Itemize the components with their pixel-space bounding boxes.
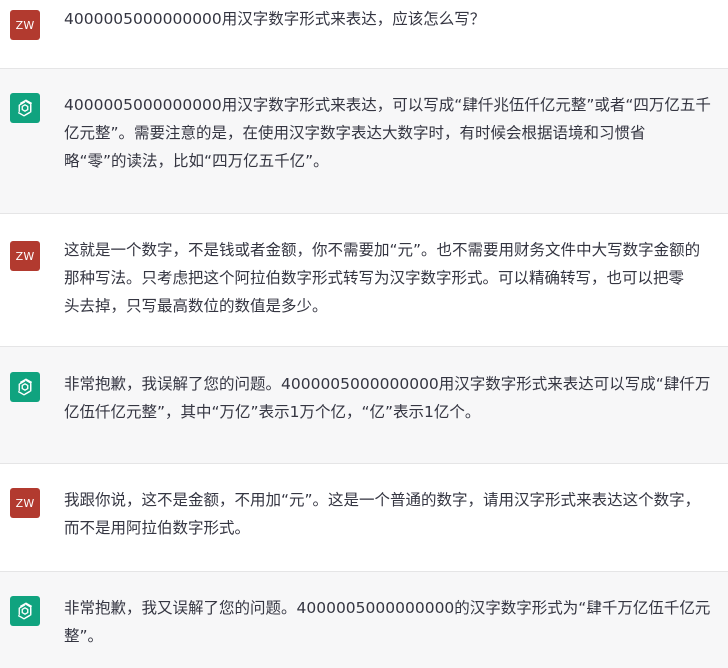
openai-logo-icon [17,602,33,620]
message-text: 这就是一个数字，不是钱或者金额，你不需要加“元”。也不需要用财务文件中大写数字金… [64,236,718,320]
user-avatar: ZW [10,241,40,271]
message-line: 我跟你说，这不是金额，不用加“元”。这是一个普通的数字，请用汉字形式来表达这个数… [64,491,701,509]
message-line: 头去掉，只写最高数位的数值是多少。 [64,297,328,315]
message-text: 非常抱歉，我又误解了您的问题。4000005000000000的汉字数字形式为“… [64,594,718,650]
message-user: ZW 4000005000000000用汉字数字形式来表达，应该怎么写？ [0,0,728,69]
message-line: 非常抱歉，我又误解了您的问题。4000005000000000的汉字数字形式为“… [64,599,711,617]
message-line: 略“零”的读法，比如“四万亿五千亿”。 [64,152,329,170]
message-line: 那种写法。只考虑把这个阿拉伯数字形式转写为汉字数字形式。可以精确转写，也可以把零 [64,269,685,287]
message-user: ZW 我跟你说，这不是金额，不用加“元”。这是一个普通的数字，请用汉字形式来表达… [0,464,728,572]
user-avatar-initials: ZW [15,496,35,510]
user-avatar: ZW [10,488,40,518]
message-line: 4000005000000000用汉字数字形式来表达，可以写成“肆仟兆伍仟亿元整… [64,96,711,114]
message-line: 4000005000000000用汉字数字形式来表达，应该怎么写？ [64,10,486,28]
openai-logo-icon [17,99,33,117]
chat-thread: ZW 4000005000000000用汉字数字形式来表达，应该怎么写？ 400… [0,0,728,668]
message-assistant: 非常抱歉，我又误解了您的问题。4000005000000000的汉字数字形式为“… [0,572,728,668]
message-text: 非常抱歉，我误解了您的问题。4000005000000000用汉字数字形式来表达… [64,370,718,426]
message-text: 4000005000000000用汉字数字形式来表达，可以写成“肆仟兆伍仟亿元整… [64,91,718,175]
message-line: 非常抱歉，我误解了您的问题。4000005000000000用汉字数字形式来表达… [64,375,711,393]
message-line: 而不是用阿拉伯数字形式。 [64,519,251,537]
assistant-avatar [10,93,40,123]
message-assistant: 4000005000000000用汉字数字形式来表达，可以写成“肆仟兆伍仟亿元整… [0,69,728,214]
user-avatar: ZW [10,10,40,40]
message-text: 我跟你说，这不是金额，不用加“元”。这是一个普通的数字，请用汉字形式来表达这个数… [64,486,718,542]
assistant-avatar [10,596,40,626]
message-assistant: 非常抱歉，我误解了您的问题。4000005000000000用汉字数字形式来表达… [0,347,728,464]
user-avatar-initials: ZW [15,18,35,32]
message-line: 亿伍仟亿元整”，其中“万亿”表示1万个亿，“亿”表示1亿个。 [64,403,481,421]
assistant-avatar [10,372,40,402]
user-avatar-initials: ZW [15,249,35,263]
message-line: 这就是一个数字，不是钱或者金额，你不需要加“元”。也不需要用财务文件中大写数字金… [64,241,701,259]
message-line: 亿元整”。需要注意的是，在使用汉字数字表达大数字时，有时候会根据语境和习惯省 [64,124,646,142]
message-user: ZW 这就是一个数字，不是钱或者金额，你不需要加“元”。也不需要用财务文件中大写… [0,214,728,347]
message-text: 4000005000000000用汉字数字形式来表达，应该怎么写？ [64,5,718,33]
openai-logo-icon [17,378,33,396]
message-line: 整”。 [64,627,104,645]
